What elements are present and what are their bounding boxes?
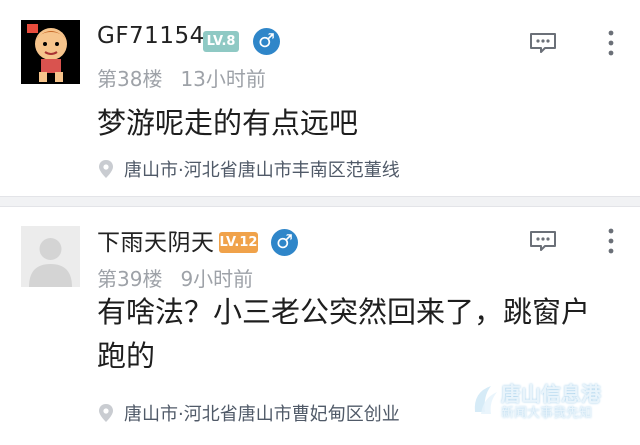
post-meta: 第39楼 9小时前 <box>97 263 253 292</box>
post-time: 13小时前 <box>180 67 266 91</box>
location[interactable]: 唐山市·河北省唐山市曹妃甸区创业 <box>96 400 400 426</box>
watermark-subtitle: 新闻大事我先知 <box>501 406 593 421</box>
avatar[interactable] <box>21 20 80 84</box>
reply-icon[interactable] <box>529 32 557 54</box>
post-divider <box>0 196 640 207</box>
level-badge: LV.8 <box>203 31 239 52</box>
location-pin-icon <box>99 160 113 178</box>
post-meta: 第38楼 13小时前 <box>97 63 266 92</box>
username[interactable]: 下雨天阴天 <box>97 223 215 257</box>
post-item: GF71154 LV.8 ♂ 第38楼 13小时前 梦游呢走的有点远吧 唐山市·河… <box>0 0 640 196</box>
location-text: 唐山市·河北省唐山市曹妃甸区创业 <box>124 404 400 425</box>
male-icon: ♂ <box>271 229 298 256</box>
watermark-logo-icon <box>474 386 497 414</box>
floor-number: 第38楼 <box>97 67 163 91</box>
level-badge: LV.12 <box>219 232 258 253</box>
male-icon: ♂ <box>253 28 280 55</box>
post-time: 9小时前 <box>180 267 254 291</box>
avatar[interactable] <box>21 226 80 287</box>
username[interactable]: GF71154 <box>97 23 205 49</box>
floor-number: 第39楼 <box>97 267 163 291</box>
location-text: 唐山市·河北省唐山市丰南区范董线 <box>124 160 400 181</box>
more-vertical-icon[interactable] <box>607 30 615 56</box>
location-pin-icon <box>99 404 113 422</box>
reply-icon[interactable] <box>529 230 557 252</box>
more-vertical-icon[interactable] <box>607 228 615 254</box>
post-content: 有啥法？小三老公突然回来了，跳窗户跑的 <box>97 295 591 373</box>
watermark: 唐山信息港 新闻大事我先知 <box>471 378 640 422</box>
post-content: 梦游呢走的有点远吧 <box>97 106 359 140</box>
location[interactable]: 唐山市·河北省唐山市丰南区范董线 <box>96 156 400 182</box>
